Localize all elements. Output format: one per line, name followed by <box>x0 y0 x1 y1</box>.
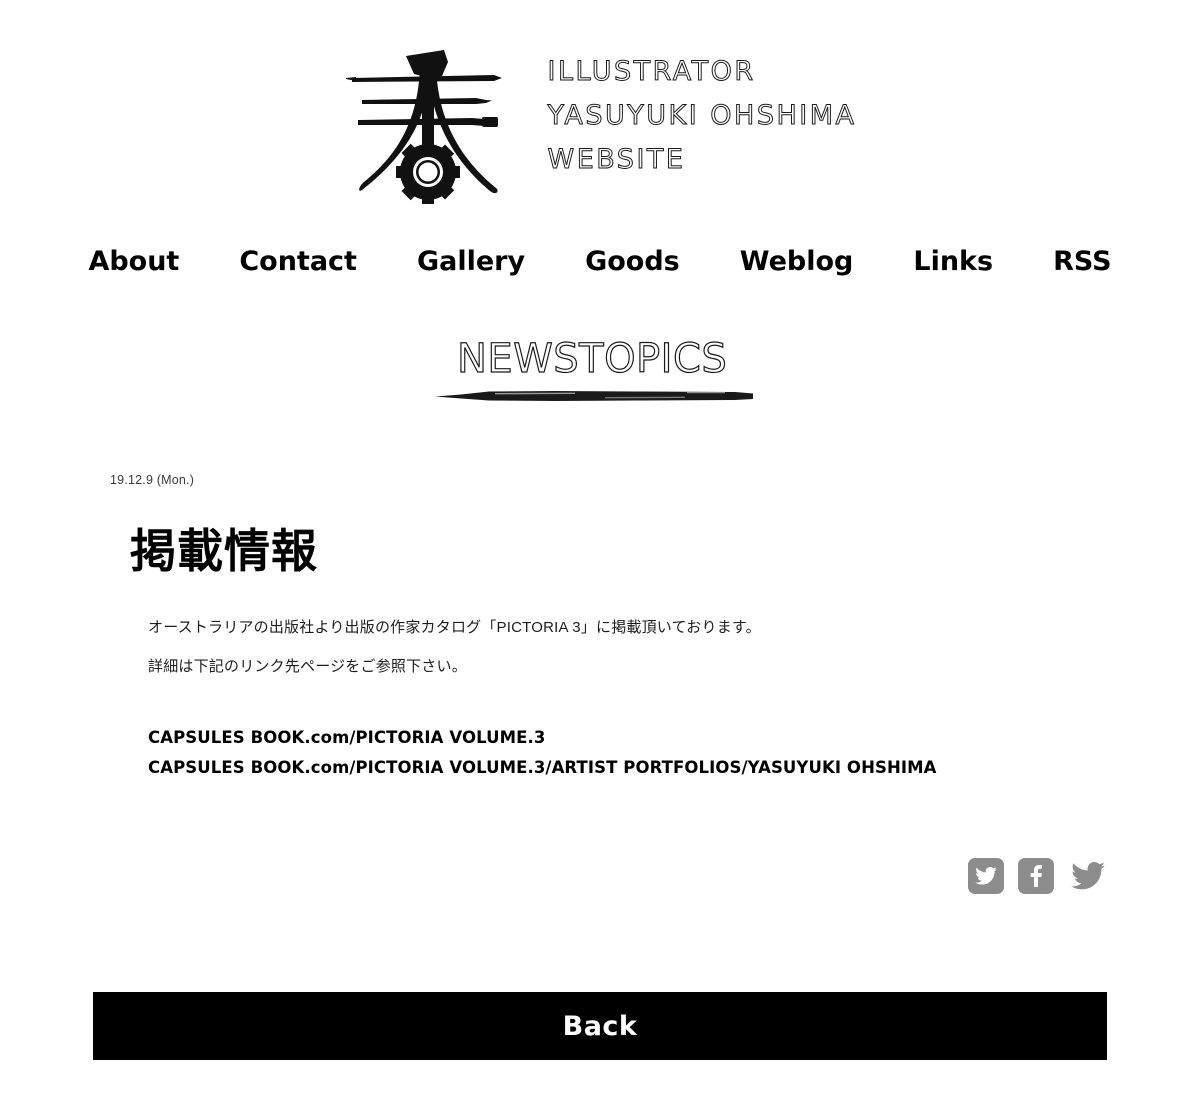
wordmark-line-website: WEBSITE <box>547 144 686 175</box>
wordmark-line-name: YASUYUKI OHSHIMA <box>547 100 857 131</box>
twitter-follow-button[interactable] <box>1068 858 1108 894</box>
nav-item-weblog[interactable]: Weblog <box>740 248 854 275</box>
nav-item-goods[interactable]: Goods <box>585 248 680 275</box>
article-paragraph: 詳細は下記のリンク先ページをご参照下さい。 <box>148 657 467 675</box>
article: 19.12.9 (Mon.) 掲載情報 オーストラリアの出版社より出版の作家カタ… <box>0 474 1200 784</box>
twitter-icon <box>975 866 997 885</box>
back-button-label: Back <box>562 1010 638 1042</box>
wordmark-line-illustrator: ILLUSTRATOR <box>547 56 756 87</box>
nav-item-about[interactable]: About <box>88 248 179 275</box>
site-header: ILLUSTRATOR YASUYUKI OHSHIMA WEBSITE <box>0 0 1200 208</box>
article-paragraph: オーストラリアの出版社より出版の作家カタログ「PICTORIA 3」に掲載頂いて… <box>148 619 761 637</box>
nav-item-rss[interactable]: RSS <box>1053 248 1111 275</box>
nav-item-contact[interactable]: Contact <box>239 248 357 275</box>
kanji-brush-gear-logo-icon <box>344 48 512 208</box>
section-title-text: NEWSTOPICS <box>456 336 728 382</box>
article-body: オーストラリアの出版社より出版の作家カタログ「PICTORIA 3」に掲載頂いて… <box>148 613 1090 681</box>
section-title-newstopics: NEWSTOPICS <box>0 337 1200 412</box>
article-link-pictoria-volume-3[interactable]: CAPSULES BOOK.com/PICTORIA VOLUME.3 <box>148 723 1090 754</box>
logo-wordmark: ILLUSTRATOR YASUYUKI OHSHIMA WEBSITE <box>547 48 857 175</box>
twitter-icon <box>1071 861 1105 890</box>
main-navigation: About Contact Gallery Goods Weblog Links… <box>0 248 1200 275</box>
article-links: CAPSULES BOOK.com/PICTORIA VOLUME.3 CAPS… <box>148 723 1090 784</box>
back-button[interactable]: Back <box>93 992 1107 1060</box>
facebook-share-button[interactable] <box>1018 857 1054 894</box>
article-link-artist-portfolio[interactable]: CAPSULES BOOK.com/PICTORIA VOLUME.3/ARTI… <box>148 753 1090 784</box>
article-date: 19.12.9 (Mon.) <box>110 473 195 487</box>
facebook-icon <box>1030 864 1043 887</box>
twitter-share-button[interactable] <box>968 857 1004 894</box>
nav-item-gallery[interactable]: Gallery <box>417 248 525 275</box>
site-logo[interactable]: ILLUSTRATOR YASUYUKI OHSHIMA WEBSITE <box>344 48 857 208</box>
nav-item-links[interactable]: Links <box>913 248 993 275</box>
brush-stroke-icon <box>435 391 753 401</box>
article-title: 掲載情報 <box>130 523 318 578</box>
social-share-row <box>0 857 1200 894</box>
